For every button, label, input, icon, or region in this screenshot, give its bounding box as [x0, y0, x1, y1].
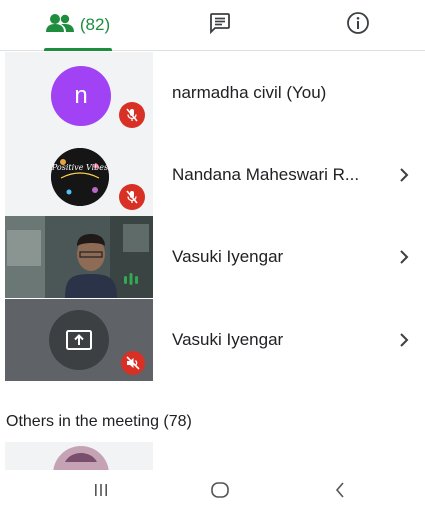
participant-tile: n: [5, 52, 153, 134]
participant-name: narmadha civil (You): [172, 83, 327, 102]
avatar: [51, 148, 109, 206]
info-icon: [346, 11, 370, 40]
active-tab-indicator: [44, 48, 112, 51]
chevron-right-icon[interactable]: [398, 299, 410, 381]
participant-name: Nandana Maheswari R...: [172, 165, 360, 184]
people-count: (82): [79, 15, 111, 34]
avatar-text: Positive Vibes: [51, 163, 109, 172]
tab-info[interactable]: [338, 0, 378, 50]
mic-off-icon: [119, 102, 145, 128]
recent-apps-icon[interactable]: [81, 471, 121, 509]
chat-icon: [209, 12, 231, 39]
participants-tab-bar: (82): [0, 0, 425, 51]
present-screen-icon: [49, 310, 109, 370]
others-section-heading: Others in the meeting (78): [6, 413, 192, 430]
tab-chat[interactable]: [200, 0, 240, 50]
mic-off-icon: [119, 184, 145, 210]
participant-presentation-tile: [5, 299, 153, 381]
participant-tile[interactable]: [5, 442, 153, 470]
home-icon[interactable]: [200, 471, 240, 509]
system-navigation-bar: [0, 471, 425, 509]
back-icon[interactable]: [320, 471, 360, 509]
chevron-right-icon[interactable]: [398, 134, 410, 216]
volume-off-icon: [121, 351, 145, 375]
participant-name: Vasuki Iyengar: [172, 330, 284, 349]
participant-name: Vasuki Iyengar: [172, 247, 284, 266]
avatar: [53, 446, 109, 470]
tab-people[interactable]: (82): [38, 0, 118, 51]
chevron-right-icon[interactable]: [398, 216, 410, 298]
participant-video-tile: [5, 216, 153, 298]
avatar: n: [51, 66, 111, 126]
participant-row[interactable]: n narmadha civil (You): [0, 52, 425, 134]
participant-row[interactable]: Vasuki Iyengar: [0, 299, 425, 381]
participant-row[interactable]: Positive Vibes Nandana Maheswari R...: [0, 134, 425, 216]
speaking-indicator-icon: [123, 272, 139, 291]
participant-tile: Positive Vibes: [5, 134, 153, 216]
people-icon: [45, 13, 74, 38]
participant-row[interactable]: Vasuki Iyengar: [0, 216, 425, 298]
